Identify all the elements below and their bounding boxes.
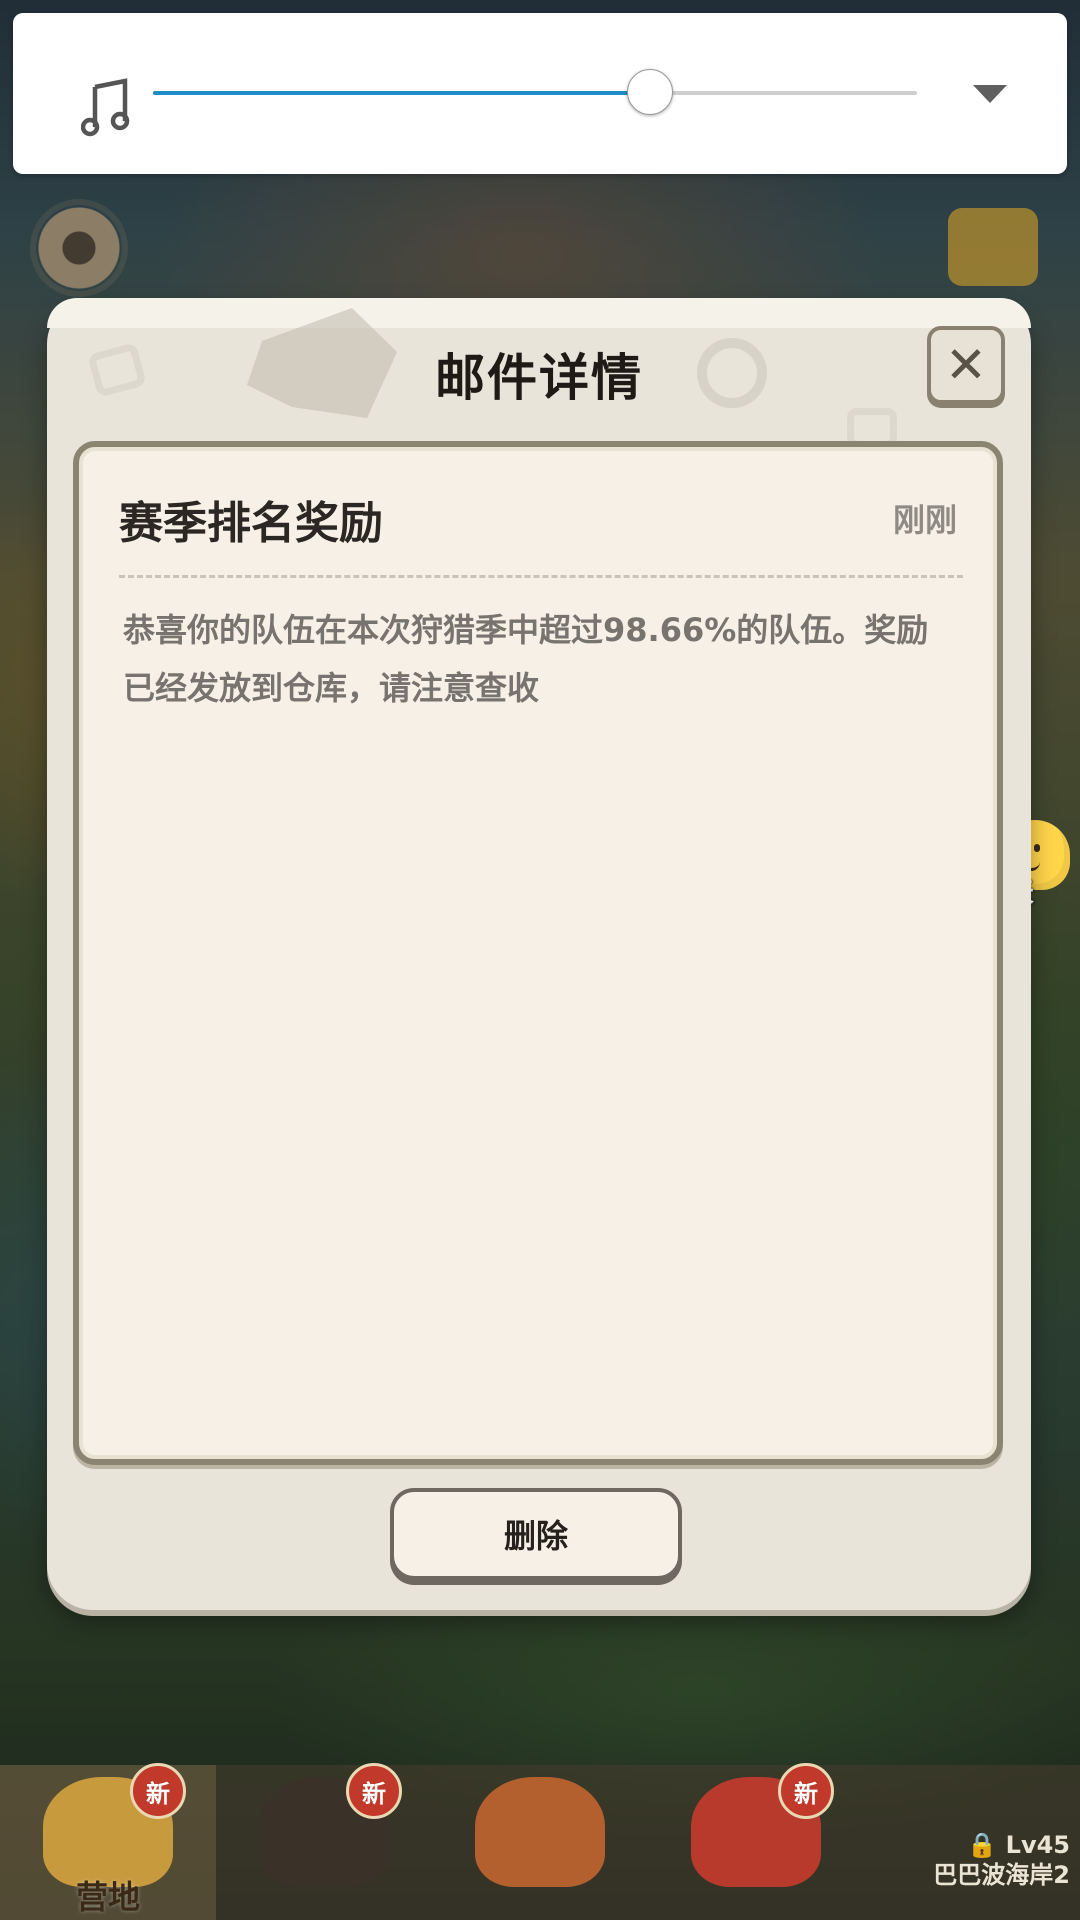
- nav-tab-camp[interactable]: 新 营地: [0, 1763, 216, 1920]
- level-requirement: Lv45: [1005, 1831, 1070, 1859]
- mail-subject: 赛季排名奖励: [119, 498, 383, 549]
- media-volume-bar: [13, 13, 1067, 174]
- nav-tab-locked-area[interactable]: 🔒 Lv45 巴巴波海岸2: [864, 1765, 1080, 1920]
- close-icon: ✕: [945, 336, 987, 394]
- mail-timestamp: 刚刚: [892, 501, 957, 539]
- volume-slider[interactable]: [153, 69, 917, 115]
- delete-button[interactable]: 删除: [390, 1488, 682, 1580]
- nav-tab-hero[interactable]: 新: [216, 1763, 432, 1920]
- dialog-title: 邮件详情: [435, 349, 643, 407]
- bottom-nav: 新 营地 新 新 🔒 Lv45 巴巴波海岸2: [0, 1763, 1080, 1920]
- nav-label: 营地: [75, 1878, 140, 1916]
- chevron-down-icon[interactable]: [973, 85, 1007, 103]
- nav-tab-pet[interactable]: 新: [648, 1763, 864, 1920]
- locked-area: 🔒 Lv45 巴巴波海岸2: [933, 1830, 1070, 1890]
- divider: [119, 575, 963, 578]
- area-name: 巴巴波海岸2: [933, 1861, 1070, 1889]
- mail-content-panel: 赛季排名奖励 刚刚 恭喜你的队伍在本次狩猎季中超过98.66%的队伍。奖励已经发…: [73, 441, 1003, 1465]
- nav-tab-totem[interactable]: [432, 1765, 648, 1920]
- new-badge: 新: [778, 1763, 834, 1819]
- settings-gear-icon[interactable]: [36, 205, 122, 291]
- mail-detail-dialog: 邮件详情 ✕ 赛季排名奖励 刚刚 恭喜你的队伍在本次狩猎季中超过98.66%的队…: [47, 298, 1031, 1610]
- lock-icon: 🔒: [967, 1831, 998, 1859]
- log-icon[interactable]: [948, 208, 1038, 286]
- new-badge: 新: [346, 1763, 402, 1819]
- close-button[interactable]: ✕: [927, 326, 1005, 404]
- new-badge: 新: [130, 1763, 186, 1819]
- mail-body: 恭喜你的队伍在本次狩猎季中超过98.66%的队伍。奖励已经发放到仓库，请注意查收: [123, 611, 929, 707]
- volume-slider-fill: [153, 91, 650, 95]
- music-note-icon: [81, 78, 130, 137]
- totem-avatar-icon: [475, 1777, 605, 1887]
- volume-slider-thumb[interactable]: [626, 69, 673, 115]
